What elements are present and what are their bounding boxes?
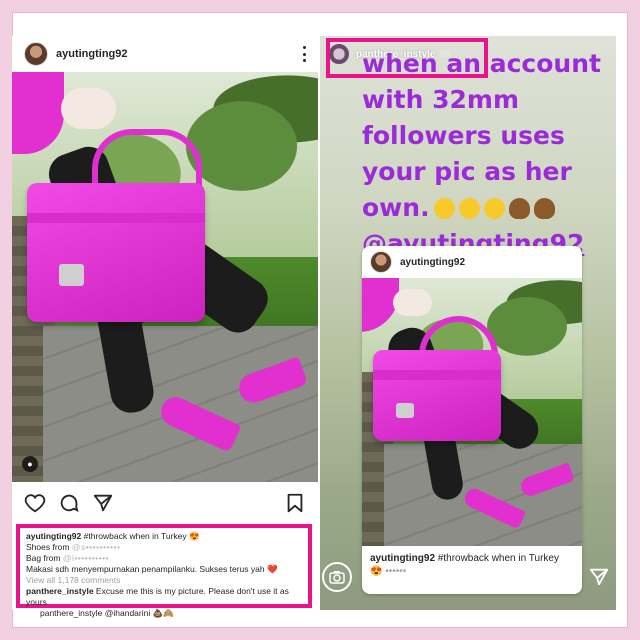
instagram-story: panthere_instyle 8h when an account with… (320, 36, 616, 610)
post-actions (12, 482, 318, 524)
view-all-comments-link[interactable]: View all 1,178 comments (26, 575, 302, 586)
share-icon[interactable] (92, 492, 114, 514)
send-message-icon[interactable] (588, 566, 610, 588)
shoes-credit: Shoes from @s•••••••••• (26, 542, 302, 553)
reply-mention[interactable]: @ihandarini 💩🙈 (102, 608, 174, 618)
story-line-emojis: own. (362, 190, 610, 226)
shoes-label: Shoes from (26, 542, 72, 552)
bag-credit: Bag from @i•••••••••• (26, 553, 302, 564)
reply-username[interactable]: panthere_instyle (40, 608, 102, 618)
embed-caption-text: #throwback when in Turkey (435, 553, 559, 564)
embedded-post[interactable]: ayutingting92 ayutingting92 #throwback w… (362, 246, 582, 594)
bookmark-icon[interactable] (284, 492, 306, 514)
tagged-user-icon[interactable]: ● (22, 456, 38, 472)
surprised-emoji-icon (483, 197, 505, 219)
caption: ayutingting92 #throwback when in Turkey … (26, 531, 302, 542)
embed-header: ayutingting92 (362, 246, 582, 278)
embed-photo[interactable] (362, 278, 582, 546)
story-line: with 32mm (362, 85, 520, 114)
comment: panthere_instyle Excuse me this is my pi… (26, 586, 302, 608)
commenter-username[interactable]: panthere_instyle (26, 586, 94, 596)
instagram-post: ayutingting92 ● ayutingting92 #throwback… (12, 36, 318, 618)
post-photo[interactable]: ● (12, 72, 318, 482)
thanks-text: Makasi sdh menyempurnakan penampilanku. … (26, 564, 278, 574)
post-header: ayutingting92 (12, 36, 318, 72)
reply: panthere_instyle @ihandarini 💩🙈 (40, 608, 302, 619)
caption-username[interactable]: ayutingting92 (26, 531, 81, 541)
embed-caption-line2: 😍 •••••• (370, 566, 407, 577)
shoes-handle[interactable]: @s•••••••••• (72, 542, 121, 552)
caption-text: #throwback when in Turkey 😍 (81, 531, 200, 541)
poop-emoji-icon (533, 197, 555, 219)
poop-emoji-icon (508, 197, 530, 219)
heart-icon[interactable] (24, 492, 46, 514)
comments-highlight-box: ayutingting92 #throwback when in Turkey … (16, 524, 312, 618)
embed-caption: ayutingting92 #throwback when in Turkey … (370, 552, 576, 578)
story-text: when an account with 32mm followers uses… (362, 46, 610, 262)
rolling-eyes-emoji-icon (433, 197, 455, 219)
bag-handle[interactable]: @i•••••••••• (63, 553, 109, 563)
camera-icon[interactable] (322, 562, 352, 592)
avatar[interactable] (24, 42, 48, 66)
story-line: when an account (362, 49, 601, 78)
more-options-icon[interactable] (302, 46, 306, 62)
raised-eyebrow-emoji-icon (458, 197, 480, 219)
embed-avatar[interactable] (370, 251, 392, 273)
story-line: your pic as her (362, 157, 572, 186)
story-line: followers uses (362, 121, 565, 150)
post-username[interactable]: ayutingting92 (56, 48, 128, 60)
embed-caption-username[interactable]: ayutingting92 (370, 553, 435, 564)
embed-username[interactable]: ayutingting92 (400, 257, 465, 268)
comment-icon[interactable] (58, 492, 80, 514)
story-line: own. (362, 193, 430, 222)
bag-label: Bag from (26, 553, 63, 563)
